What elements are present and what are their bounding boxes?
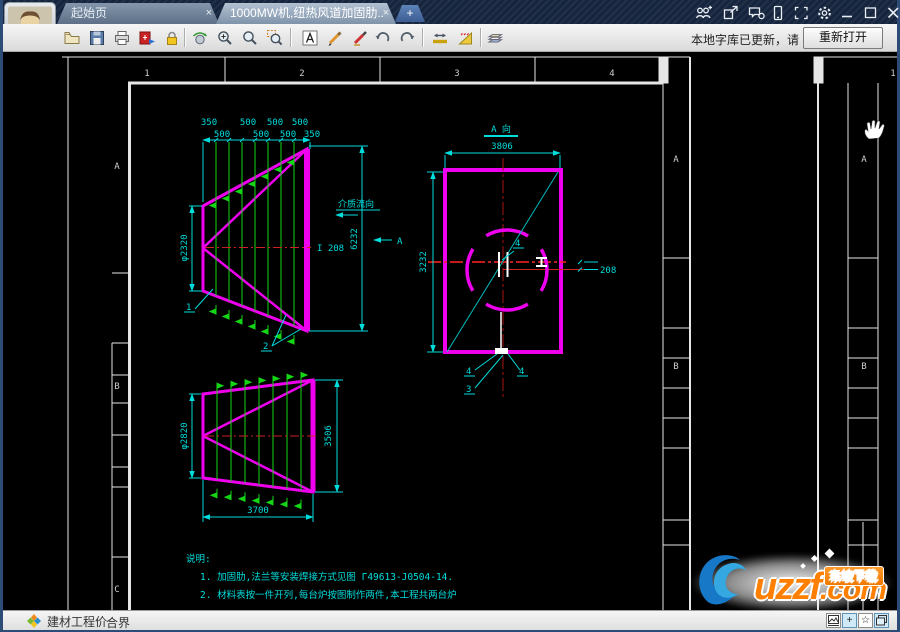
- zone-row-right-a: A: [673, 155, 679, 165]
- zone-col-3: 3: [454, 69, 459, 79]
- drawing-notes: 说明: 1. 加固肋,法兰等安装焊接方式见图 Г49613-J0504-14. …: [186, 553, 457, 601]
- status-bar: 建材工程价 合界 + ☆: [3, 610, 897, 630]
- section-a-label: A: [397, 237, 403, 247]
- zone-row-a: A: [114, 162, 120, 172]
- dim-208: 208: [600, 266, 616, 276]
- beam-label: I 208: [317, 244, 344, 254]
- zoom-in-out-button[interactable]: [214, 27, 235, 48]
- notes-title: 说明:: [186, 553, 211, 565]
- fullscreen-icon[interactable]: [793, 5, 811, 21]
- zoom-window-button[interactable]: [264, 27, 285, 48]
- beam-web-lines: [498, 252, 547, 352]
- dim-6232: 6232: [350, 228, 360, 250]
- tab-drawing-label: 1000MW机,纽热风道加固肋..: [230, 6, 385, 20]
- dim-3506: 3506: [324, 425, 334, 447]
- crosshair-tool-button[interactable]: +: [842, 613, 857, 628]
- dim-350: 350: [304, 130, 320, 140]
- image-tool-button[interactable]: [826, 613, 841, 628]
- status-app-link[interactable]: 建材工程价: [27, 613, 107, 629]
- export-pdf-button[interactable]: [136, 27, 157, 48]
- view-a-title: A 向: [491, 123, 511, 135]
- dim-dia-2320: φ2320: [180, 234, 190, 261]
- diamond-logo-icon: [27, 614, 41, 628]
- zone-row-far-a: A: [861, 155, 867, 165]
- drawing-canvas[interactable]: 1 2 3 4 1 A B C A B A B 350 500 500 500 …: [3, 52, 897, 610]
- view-side-cone: 350 500 500 500 500 500 500 350 φ2320 62…: [180, 118, 403, 352]
- chain-dim-labels: 350 500 500 500 500 500 500 350: [201, 118, 320, 140]
- minimize-button[interactable]: [839, 5, 857, 21]
- dim-3806: 3806: [491, 142, 513, 152]
- favorite-star-button[interactable]: ☆: [858, 613, 873, 628]
- cube-view-button[interactable]: [874, 613, 889, 628]
- settings-gear-icon[interactable]: [816, 5, 834, 21]
- mobile-icon[interactable]: [769, 5, 787, 21]
- dia-dimension: [189, 205, 202, 292]
- chat-cloud-icon[interactable]: [748, 5, 766, 21]
- dim-500: 500: [253, 130, 269, 140]
- reopen-button[interactable]: 重新打开: [803, 27, 883, 49]
- notes-line-2: 2. 材料表按一件开列,每台炉按图制作两件,本工程共两台炉: [200, 589, 457, 601]
- view-a-direction: A 向 3806 208 4 4 4 3 3232: [419, 123, 616, 400]
- tab-close-icon[interactable]: ×: [383, 3, 389, 24]
- measure-length-button[interactable]: [429, 27, 450, 48]
- zone-col-4: 4: [609, 69, 614, 79]
- stiffener-lines: [215, 142, 295, 326]
- pencil-annotation-button[interactable]: [324, 27, 345, 48]
- tab-start-page-label: 起始页: [71, 6, 108, 20]
- zoom-button[interactable]: [239, 27, 260, 48]
- layers-button[interactable]: [485, 27, 506, 48]
- dim-500: 500: [214, 130, 230, 140]
- close-button[interactable]: [885, 5, 900, 21]
- status-app-name: 建材工程价: [47, 614, 108, 629]
- tab-drawing-document[interactable]: 1000MW机,纽热风道加固肋.. ×: [216, 3, 396, 24]
- zone-col-1: 1: [144, 69, 149, 79]
- dim-dia-2820: φ2820: [180, 422, 190, 449]
- font-update-notice: 本地字库已更新，请: [690, 33, 799, 47]
- dim-500: 500: [292, 118, 308, 128]
- title-bar: 起始页 × 1000MW机,纽热风道加固肋.. × +: [3, 0, 900, 24]
- print-button[interactable]: [111, 27, 132, 48]
- measure-angle-button[interactable]: [455, 27, 476, 48]
- marker-annotation-button[interactable]: [349, 27, 370, 48]
- cad-viewport: 1 2 3 4 1 A B C A B A B 350 500 500 500 …: [62, 56, 897, 610]
- dim-500: 500: [267, 118, 283, 128]
- zone-row-far-b: B: [861, 362, 866, 372]
- redo-button[interactable]: [396, 27, 417, 48]
- dia-dimension: [189, 393, 201, 479]
- share-icon[interactable]: [722, 5, 740, 21]
- zone-row-right-b: B: [673, 362, 678, 372]
- users-icon[interactable]: [695, 5, 713, 21]
- dim-3232: 3232: [419, 251, 429, 273]
- dim-500: 500: [280, 130, 296, 140]
- zone-row-b: B: [114, 382, 119, 392]
- orbit-view-button[interactable]: [189, 27, 210, 48]
- dim-350: 350: [201, 118, 217, 128]
- bottom-beam-section: [495, 348, 508, 354]
- lock-button[interactable]: [161, 27, 182, 48]
- new-tab-button[interactable]: +: [395, 5, 425, 22]
- toolbar: 本地字库已更新，请 重新打开: [3, 24, 897, 52]
- tab-close-icon[interactable]: ×: [206, 3, 212, 24]
- view-bottom-cone: φ2820 3506 3700: [180, 372, 343, 522]
- save-button[interactable]: [86, 27, 107, 48]
- dim-500: 500: [240, 118, 256, 128]
- application-window: 起始页 × 1000MW机,纽热风道加固肋.. × + 本地字库已更新，请 重新…: [0, 0, 900, 632]
- text-annotation-button[interactable]: [299, 27, 320, 48]
- maximize-button[interactable]: [862, 5, 880, 21]
- zone-col-far: 1: [890, 69, 895, 79]
- sheet-frame: [62, 56, 897, 610]
- status-label[interactable]: 合界: [106, 614, 130, 631]
- dim-3700: 3700: [247, 506, 269, 516]
- zone-col-2: 2: [299, 69, 304, 79]
- pan-hand-cursor: [864, 120, 885, 140]
- open-file-button[interactable]: [61, 27, 82, 48]
- zone-row-c: C: [114, 585, 119, 595]
- undo-button[interactable]: [372, 27, 393, 48]
- tab-start-page[interactable]: 起始页 ×: [57, 3, 219, 24]
- notes-line-1: 1. 加固肋,法兰等安装焊接方式见图 Г49613-J0504-14.: [200, 571, 453, 583]
- flow-direction-label: 介质流向: [338, 198, 374, 210]
